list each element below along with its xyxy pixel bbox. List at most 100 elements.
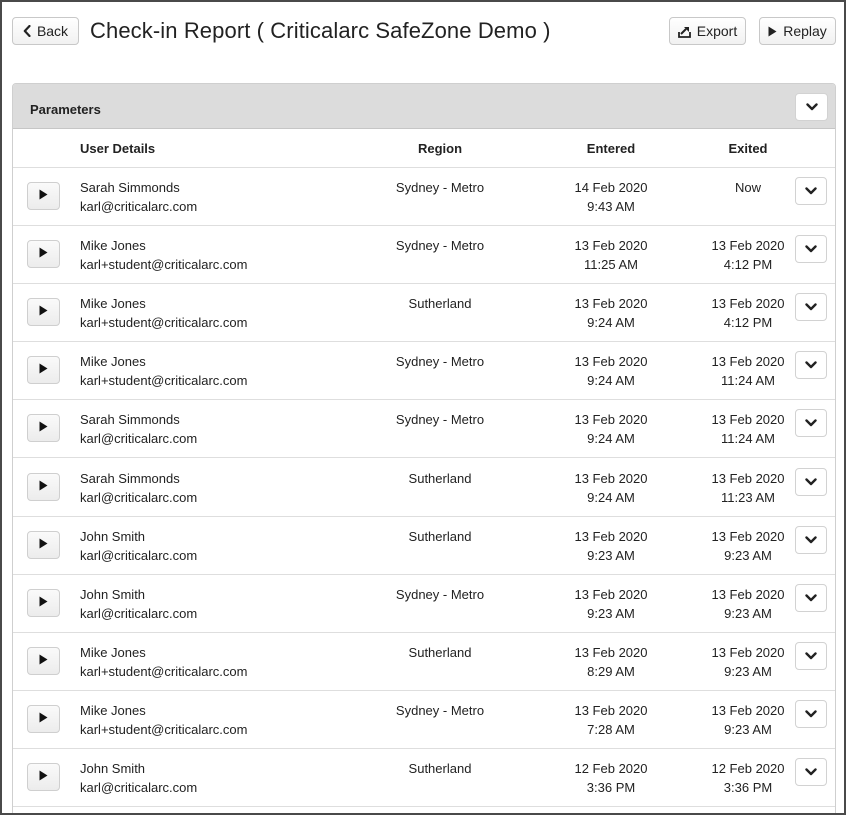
row-play-button[interactable] <box>27 298 60 327</box>
play-icon <box>768 26 777 37</box>
user-name: Sarah Simmonds <box>80 412 180 428</box>
entered-cell: 13 Feb 2020 9:24 AM <box>551 352 671 390</box>
region-cell: Sutherland <box>380 643 500 662</box>
chevron-down-icon <box>805 589 817 607</box>
row-play-button[interactable] <box>27 763 60 791</box>
exited-cell: Now <box>688 178 808 197</box>
play-icon <box>39 478 48 496</box>
replay-button[interactable]: Replay <box>759 17 836 45</box>
row-expand-button[interactable] <box>795 177 827 205</box>
entered-date: 13 Feb 2020 <box>574 586 648 602</box>
play-icon <box>39 652 48 670</box>
table-row: John Smith karl@criticalarc.com Sutherland… <box>13 517 835 575</box>
entered-date: 12 Feb 2020 <box>574 761 648 776</box>
row-expand-button[interactable] <box>795 293 827 322</box>
entered-cell: 14 Feb 2020 9:43 AM <box>551 178 671 216</box>
table-row: Mike Jones karl+student@criticalarc.com Su… <box>13 284 835 343</box>
entered-time: 9:24 AM <box>587 315 635 331</box>
exited-time: 11:24 AM <box>721 373 775 389</box>
exited-cell: 13 Feb 2020 4:12 PM <box>688 236 808 274</box>
row-expand-button[interactable] <box>795 351 827 380</box>
play-icon <box>39 536 48 554</box>
entered-date: 14 Feb 2020 <box>574 180 648 195</box>
row-play-button[interactable] <box>27 182 60 210</box>
row-play-button[interactable] <box>27 472 60 501</box>
parameters-toggle-button[interactable] <box>795 93 828 121</box>
entered-time: 9:24 AM <box>587 489 635 505</box>
row-play-button[interactable] <box>27 588 60 617</box>
back-label: Back <box>36 23 69 39</box>
table-row: Mike Jones karl+student@criticalarc.com Sy… <box>13 691 835 749</box>
exited-time: 9:23 AM <box>724 663 772 679</box>
user-name: Mike Jones <box>80 644 146 660</box>
row-expand-button[interactable] <box>795 758 827 786</box>
region-cell: Sydney - Metro <box>380 178 500 197</box>
table-row: Sarah Simmonds karl@criticalarc.com Sydney… <box>13 168 835 226</box>
user-name: John Smith <box>80 761 146 776</box>
exited-date: 13 Feb 2020 <box>711 238 785 254</box>
back-button[interactable]: Back <box>12 17 79 45</box>
row-expand-button[interactable] <box>795 525 827 554</box>
play-icon <box>39 361 48 379</box>
region-value: Sydney - Metro <box>395 180 485 195</box>
chevron-down-icon <box>805 298 817 316</box>
entered-cell: 13 Feb 2020 7:28 AM <box>551 701 671 739</box>
exited-time: 11:23 AM <box>721 489 775 505</box>
region-cell: Sydney - Metro <box>380 352 500 371</box>
row-expand-button[interactable] <box>795 641 827 670</box>
region-cell: Sydney - Metro <box>380 701 500 720</box>
page-title: Check-in Report ( Criticalarc SafeZone D… <box>90 18 551 43</box>
entered-cell: 12 Feb 2020 3:36 PM <box>551 759 671 797</box>
entered-time: 9:43 AM <box>587 199 635 214</box>
entered-date: 13 Feb 2020 <box>574 470 648 486</box>
exited-time: 4:12 PM <box>723 257 773 273</box>
exited-cell: 13 Feb 2020 9:23 AM <box>688 643 808 681</box>
table-row: John Smith karl@criticalarc.com Sydney - M… <box>13 575 835 633</box>
row-play-button[interactable] <box>27 240 60 269</box>
row-play-button[interactable] <box>27 646 60 675</box>
entered-cell: 13 Feb 2020 9:24 AM <box>551 410 671 448</box>
row-expand-button[interactable] <box>795 699 827 728</box>
entered-cell: 13 Feb 2020 9:23 AM <box>551 585 671 623</box>
region-value: Sutherland <box>408 528 472 544</box>
exited-time: 11:24 AM <box>721 431 775 447</box>
exited-date: 13 Feb 2020 <box>711 702 785 718</box>
entered-time: 8:29 AM <box>587 663 635 679</box>
row-play-button[interactable] <box>27 704 60 733</box>
region-value: Sydney - Metro <box>395 412 485 428</box>
entered-date: 13 Feb 2020 <box>574 238 648 254</box>
play-icon <box>39 419 48 437</box>
exited-cell: 13 Feb 2020 4:12 PM <box>688 294 808 332</box>
row-play-button[interactable] <box>27 414 60 443</box>
parameters-header[interactable]: Parameters <box>13 84 835 129</box>
entered-cell: 13 Feb 2020 9:24 AM <box>551 294 671 332</box>
row-expand-button[interactable] <box>795 467 827 496</box>
region-value: Sutherland <box>408 644 472 660</box>
user-details-cell: Mike Jones karl+student@criticalarc.com <box>80 236 247 274</box>
replay-label: Replay <box>783 23 827 39</box>
exited-cell: 13 Feb 2020 11:24 AM <box>688 352 808 390</box>
user-name: Mike Jones <box>80 238 146 254</box>
row-play-button[interactable] <box>27 530 60 559</box>
user-details-cell: Mike Jones karl+student@criticalarc.com <box>80 352 247 390</box>
column-header-entered: Entered <box>586 141 636 156</box>
row-play-button[interactable] <box>27 356 60 385</box>
region-cell: Sutherland <box>380 294 500 313</box>
region-value: Sydney - Metro <box>395 702 485 718</box>
chevron-down-icon <box>805 473 817 491</box>
chevron-down-icon <box>805 647 817 665</box>
entered-time: 7:28 AM <box>587 721 635 737</box>
table-row: John Smith karl@criticalarc.com Sutherland… <box>13 749 835 807</box>
user-details-cell: John Smith karl@criticalarc.com <box>80 759 197 797</box>
exited-cell: 13 Feb 2020 9:23 AM <box>688 527 808 565</box>
row-expand-button[interactable] <box>795 583 827 612</box>
entered-time: 11:25 AM <box>584 257 638 273</box>
export-button[interactable]: Export <box>669 17 746 45</box>
export-label: Export <box>696 23 738 39</box>
row-expand-button[interactable] <box>795 409 827 438</box>
user-email: karl@criticalarc.com <box>80 605 198 621</box>
row-expand-button[interactable] <box>795 235 827 264</box>
exited-date: 12 Feb 2020 <box>711 761 785 776</box>
user-email: karl+student@criticalarc.com <box>80 257 248 273</box>
exited-date: 13 Feb 2020 <box>711 528 785 544</box>
